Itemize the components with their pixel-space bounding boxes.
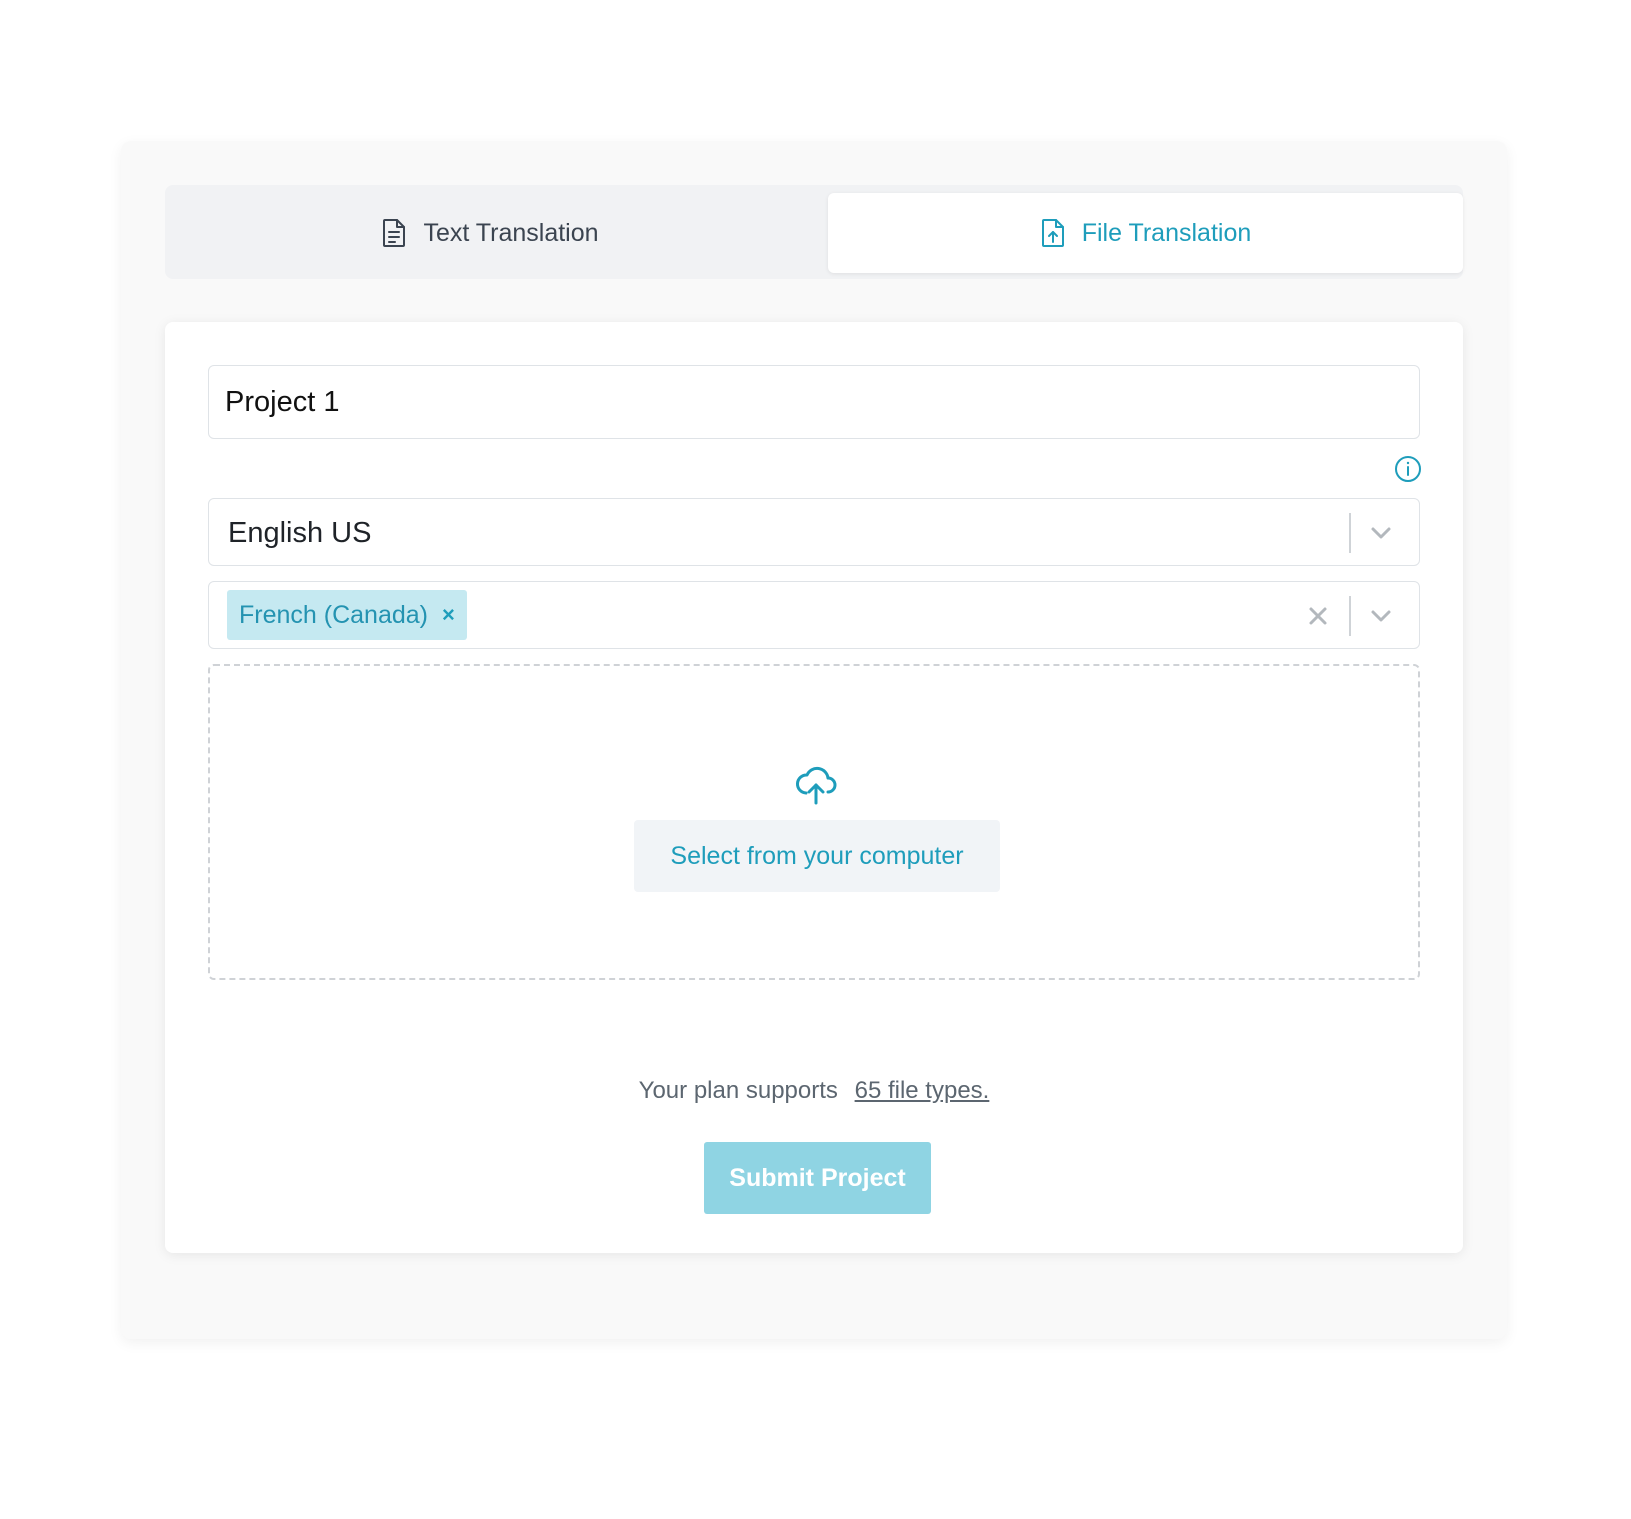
tab-text-translation[interactable]: Text Translation: [165, 193, 815, 273]
target-language-select[interactable]: French (Canada) ×: [208, 581, 1420, 649]
chip-label: French (Canada): [239, 600, 428, 629]
chip-remove-icon[interactable]: ×: [442, 602, 455, 628]
file-translation-form: English US French (Canada) ×: [165, 322, 1463, 1253]
project-name-input[interactable]: [208, 365, 1420, 439]
cloud-upload-icon: [794, 763, 838, 807]
select-divider: [1349, 596, 1351, 636]
source-language-value: English US: [228, 517, 372, 549]
source-language-select[interactable]: English US: [208, 498, 1420, 566]
chevron-down-icon[interactable]: [1367, 519, 1395, 547]
document-icon: [381, 218, 407, 248]
clear-icon[interactable]: [1305, 603, 1331, 629]
info-icon[interactable]: [1394, 455, 1422, 483]
translation-panel: Text Translation File Translation Projec…: [121, 141, 1507, 1339]
file-types-link[interactable]: 65 file types.: [855, 1077, 990, 1104]
tab-file-translation-label: File Translation: [1081, 218, 1252, 247]
select-from-computer-button[interactable]: Select from your computer: [634, 820, 1000, 892]
tab-text-translation-label: Text Translation: [423, 218, 599, 247]
select-divider: [1349, 513, 1351, 553]
chevron-down-icon[interactable]: [1367, 602, 1395, 630]
submit-project-button[interactable]: Submit Project: [704, 1142, 931, 1214]
file-upload-icon: [1040, 218, 1066, 248]
file-dropzone[interactable]: Select from your computer: [208, 664, 1420, 980]
tab-bar: Text Translation File Translation: [165, 185, 1463, 279]
target-language-chip: French (Canada) ×: [227, 590, 467, 640]
tab-file-translation[interactable]: File Translation: [828, 193, 1463, 273]
plan-text: Your plan supports: [638, 1077, 838, 1104]
plan-info: Your plan supports 65 file types.: [165, 1077, 1463, 1105]
